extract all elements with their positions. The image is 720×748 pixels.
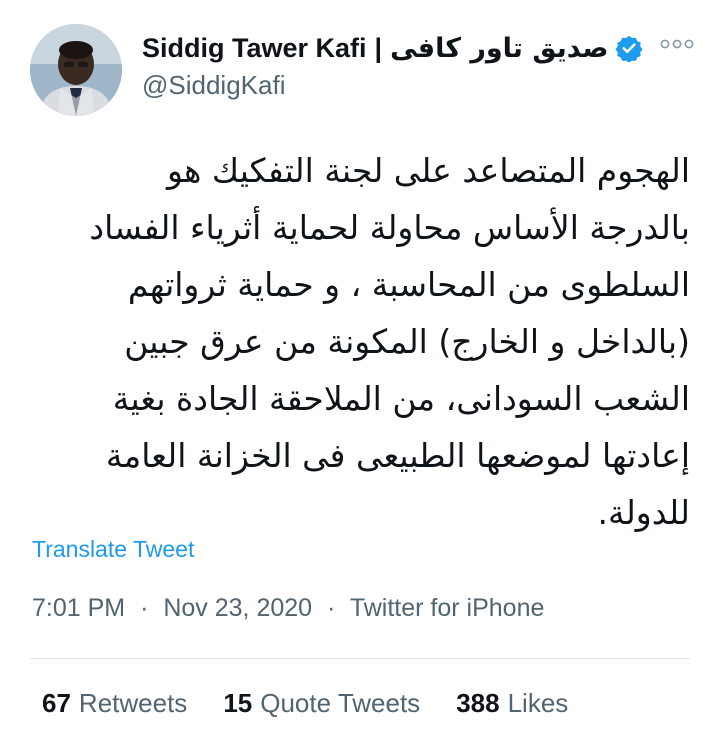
author-avatar[interactable] xyxy=(30,24,122,116)
engagement-stats: 67 Retweets 15 Quote Tweets 388 Likes xyxy=(42,688,568,719)
author-display-name-en: Siddig Tawer Kafi xyxy=(142,32,367,63)
more-options-icon[interactable] xyxy=(660,34,694,54)
quote-tweets-stat[interactable]: 15 Quote Tweets xyxy=(223,688,420,719)
author-name-row[interactable]: Siddig Tawer Kafi | صديق تاور كافى xyxy=(142,30,643,66)
likes-label: Likes xyxy=(507,688,569,718)
quote-tweets-count: 15 xyxy=(223,688,253,718)
retweets-count: 67 xyxy=(42,688,71,718)
tweet-source[interactable]: Twitter for iPhone xyxy=(350,594,545,622)
translate-tweet-link[interactable]: Translate Tweet xyxy=(32,536,194,563)
author-name-separator: | xyxy=(374,32,383,63)
retweets-stat[interactable]: 67 Retweets xyxy=(42,688,187,719)
verified-badge-icon xyxy=(614,34,643,63)
author-display-name-ar: صديق تاور كافى xyxy=(390,32,609,64)
meta-separator: · xyxy=(140,594,149,622)
tweet-text: الهجوم المتصاعد على لجنة التفكيك هو بالد… xyxy=(89,151,690,532)
retweets-label: Retweets xyxy=(78,688,188,718)
tweet-date[interactable]: Nov 23, 2020 xyxy=(163,594,312,622)
author-handle[interactable]: @SiddigKafi xyxy=(142,70,285,101)
likes-count: 388 xyxy=(456,688,500,718)
divider xyxy=(30,658,690,659)
tweet-time[interactable]: 7:01 PM xyxy=(32,594,125,622)
likes-stat[interactable]: 388 Likes xyxy=(456,688,568,719)
tweet-metadata: 7:01 PM · Nov 23, 2020 · Twitter for iPh… xyxy=(32,594,544,623)
meta-separator: · xyxy=(327,594,336,622)
quote-tweets-label: Quote Tweets xyxy=(260,688,421,718)
